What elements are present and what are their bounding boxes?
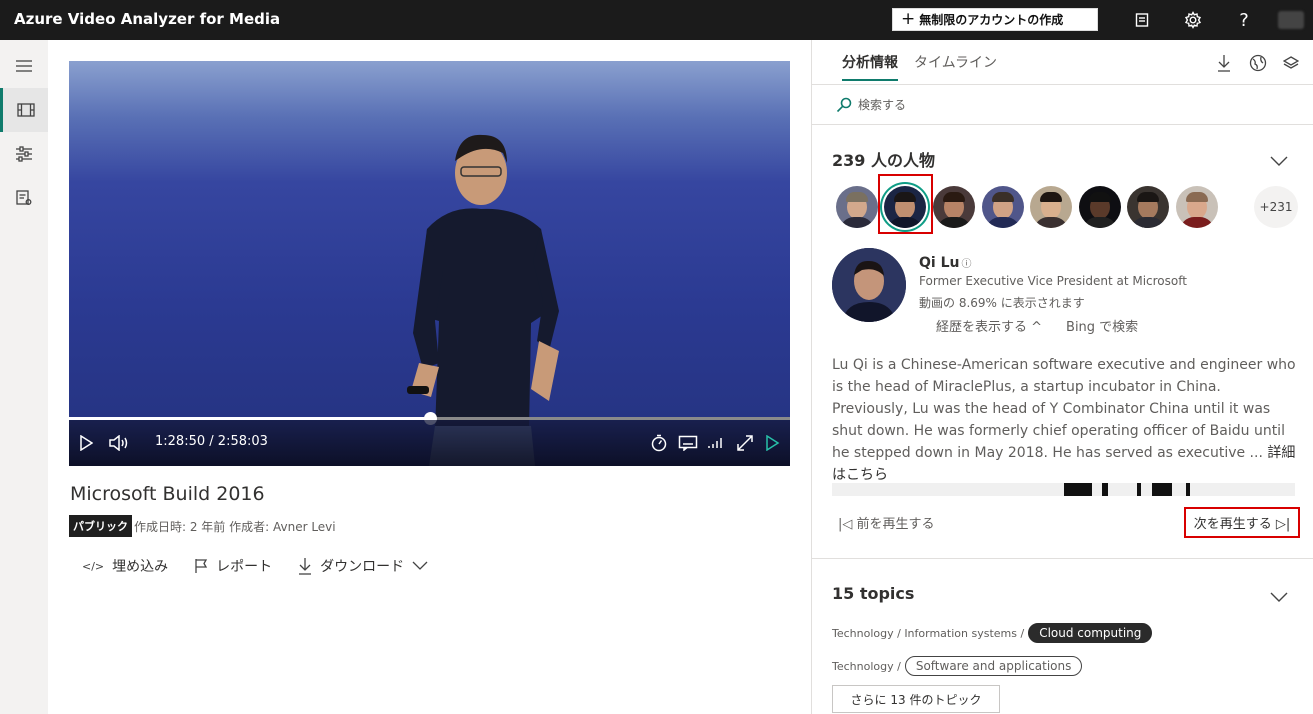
app-title: Azure Video Analyzer for Media [14,10,281,28]
language-globe-icon[interactable] [1249,54,1267,72]
captions-icon[interactable] [678,432,698,454]
tabs-divider [812,84,1313,85]
duration: 2:58:03 [217,434,268,449]
create-account-button[interactable]: + 無制限のアカウントの作成 [892,8,1098,31]
insights-panel: 分析情報 タイムライン 検索する 239 人の人物 +231 Qi Lu ⓘ F… [811,40,1313,714]
person-bio-text: Lu Qi is a Chinese-American software exe… [832,357,1296,461]
model-list-icon[interactable] [0,176,48,220]
topic-path: Technology / [832,659,901,673]
search-divider [812,124,1313,125]
bing-search-link[interactable]: Bing で検索 [1066,316,1138,335]
layers-icon[interactable] [1282,54,1300,72]
embed-button[interactable]: </> 埋め込み [82,556,168,576]
user-avatar[interactable] [1278,11,1304,29]
person-thumbnail[interactable] [836,186,878,228]
search-placeholder: 検索する [858,98,907,112]
video-player[interactable]: 1:28:50 / 2:58:03 [69,61,790,466]
quality-icon[interactable] [707,432,725,454]
topic-path: Technology / Information systems / [832,626,1025,640]
more-topics-button[interactable]: さらに 13 件のトピック [832,685,1000,713]
playback-speed-icon[interactable] [650,432,668,454]
player-controls: 1:28:50 / 2:58:03 [69,420,790,466]
video-meta: 作成日時: 2 年前 作成者: Avner Levi [134,520,336,534]
people-heading: 239 人の人物 [832,151,935,170]
topics-chevron-icon[interactable] [1270,588,1288,602]
current-time: 1:28:50 [155,434,206,449]
appearance-segment[interactable] [1186,483,1190,496]
play-next-button[interactable]: 次を再生する ▷| [1184,507,1300,538]
person-bio: Lu Qi is a Chinese-American software exe… [832,354,1298,486]
help-icon[interactable]: ? [1234,10,1254,31]
flag-icon [195,559,208,573]
chevron-down-icon [412,561,428,570]
menu-icon[interactable] [0,44,48,88]
topic-row: Technology / Software and applications [832,656,1083,676]
create-account-label: 無制限のアカウントの作成 [919,13,1064,27]
next-frame-icon[interactable] [765,432,781,454]
download-label: ダウンロード [320,559,405,575]
report-button[interactable]: レポート [194,556,272,576]
person-thumbnail[interactable] [1127,186,1169,228]
tab-timeline[interactable]: タイムライン [914,52,997,81]
media-library-icon[interactable] [0,88,48,132]
person-thumbnail[interactable] [933,186,975,228]
topic-row: Technology / Information systems / Cloud… [832,623,1153,643]
feedback-icon[interactable] [1132,10,1152,30]
appearance-segment[interactable] [1137,483,1141,496]
selected-face-highlight [878,174,933,234]
tab-insights[interactable]: 分析情報 [842,52,898,81]
report-label: レポート [216,559,273,575]
person-thumbnail[interactable] [1176,186,1218,228]
fullscreen-icon[interactable] [736,432,754,454]
person-name-row: Qi Lu ⓘ [919,255,971,271]
info-icon[interactable]: ⓘ [961,259,971,270]
people-chevron-icon[interactable] [1270,152,1288,166]
embed-icon: </> [82,559,105,573]
time-separator: / [209,434,214,449]
download-button[interactable]: ダウンロード [298,556,428,576]
top-bar: Azure Video Analyzer for Media + 無制限のアカウ… [0,0,1313,40]
person-links: 経歴を表示する ^ Bing で検索 [936,316,1138,335]
topic-pill[interactable]: Cloud computing [1028,623,1153,643]
topic-pill[interactable]: Software and applications [904,656,1083,676]
appearance-segment[interactable] [1151,483,1172,496]
video-actions: </> 埋め込み レポート ダウンロード [82,556,454,576]
person-profile-photo [832,248,906,322]
settings-icon[interactable] [1183,10,1203,30]
person-thumbnail[interactable] [1079,186,1121,228]
play-previous-button[interactable]: |◁ 前を再生する [838,513,935,532]
customization-icon[interactable] [0,132,48,176]
person-thumbnail[interactable] [982,186,1024,228]
play-icon[interactable] [79,432,93,454]
volume-icon[interactable] [109,432,131,454]
search-icon [836,97,852,112]
more-people-button[interactable]: +231 [1254,186,1298,228]
section-divider [812,558,1313,559]
person-name: Qi Lu [919,255,960,271]
download-icon [299,558,312,575]
person-appearance: 動画の 8.69% に表示されます [919,296,1085,310]
download-insights-icon[interactable] [1215,54,1233,72]
appearance-segment[interactable] [1101,483,1108,496]
panel-tabs: 分析情報 タイムライン [842,52,997,81]
plus-icon: + [901,9,916,29]
video-title: Microsoft Build 2016 [70,483,265,505]
topics-heading: 15 topics [832,584,915,603]
show-bio-toggle[interactable]: 経歴を表示する ^ [936,316,1042,335]
person-role: Former Executive Vice President at Micro… [919,274,1187,288]
left-nav [0,40,48,714]
appearance-timeline[interactable] [832,483,1295,496]
insights-search[interactable]: 検索する [836,96,906,113]
time-readout: 1:28:50 / 2:58:03 [155,434,268,449]
appearance-segment[interactable] [1063,483,1093,496]
visibility-badge: パブリック [69,515,132,537]
embed-label: 埋め込み [112,559,169,575]
person-thumbnail[interactable] [1030,186,1072,228]
